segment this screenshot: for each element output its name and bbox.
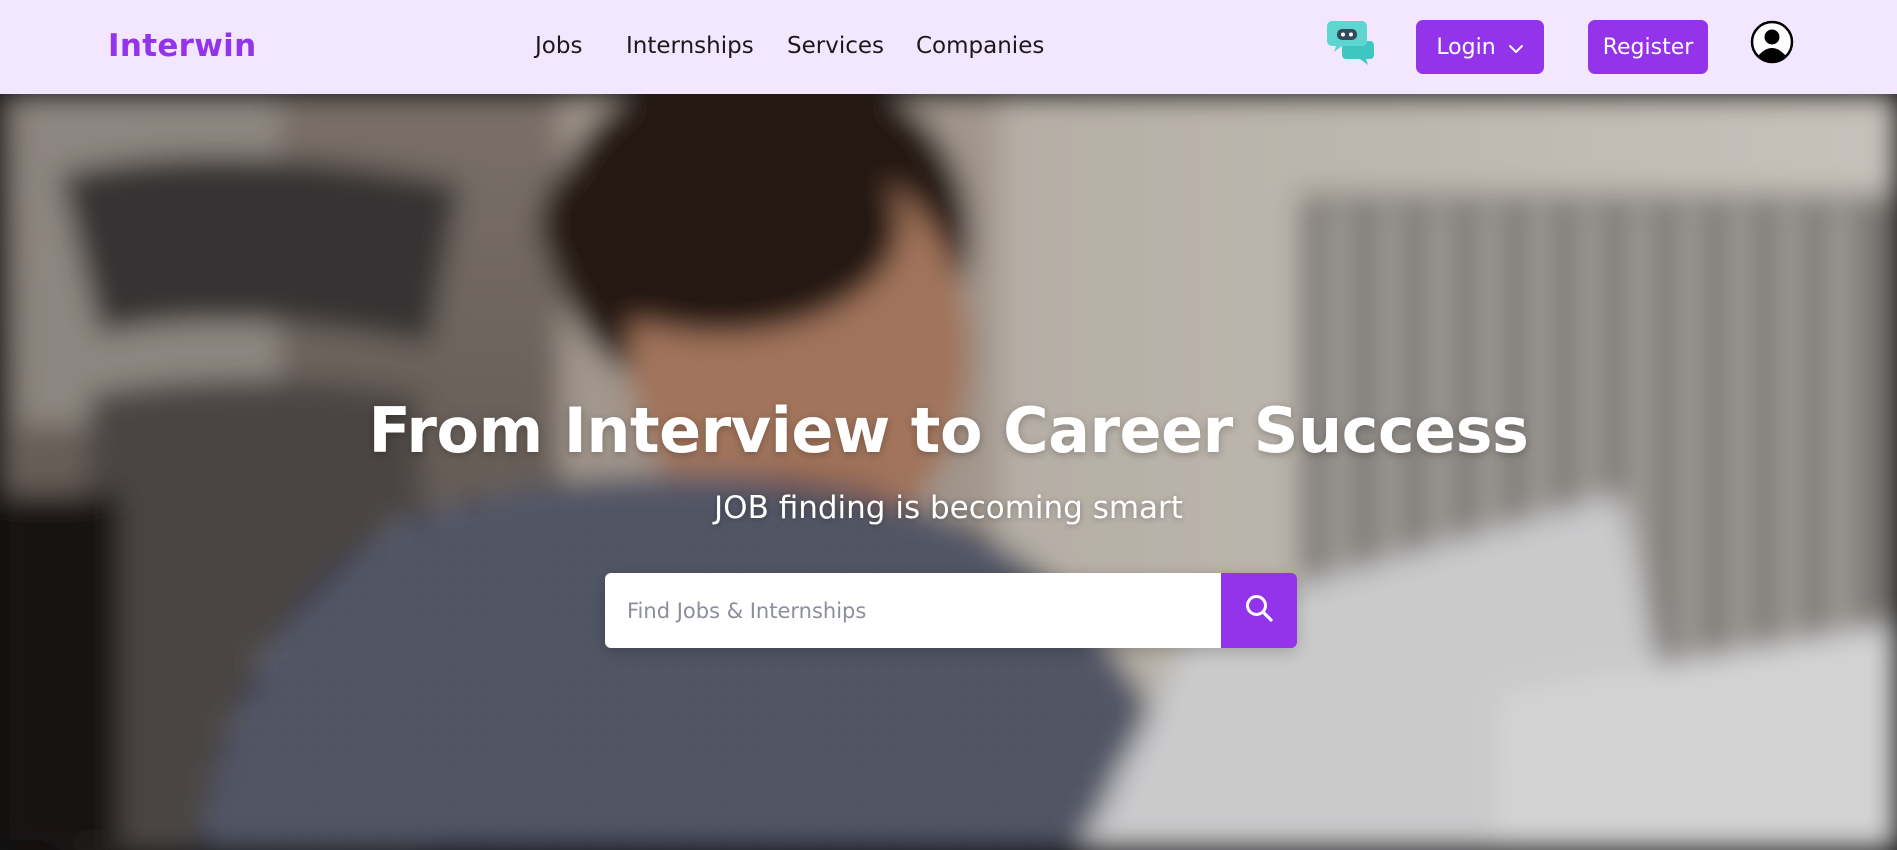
nav-link-internships[interactable]: Internships (626, 33, 754, 59)
search-button[interactable] (1221, 573, 1297, 648)
chevron-down-icon (1508, 35, 1524, 60)
hero-overlay (0, 94, 1897, 850)
nav-link-companies[interactable]: Companies (916, 33, 1044, 59)
navbar: Interwin Jobs Internships Services Compa… (0, 0, 1897, 94)
login-button[interactable]: Login (1416, 20, 1544, 74)
hero-subtitle: JOB finding is becoming smart (714, 490, 1183, 526)
search-icon (1244, 593, 1274, 628)
brand-logo[interactable]: Interwin (108, 28, 256, 64)
user-avatar-icon[interactable] (1750, 20, 1794, 64)
register-button[interactable]: Register (1588, 20, 1708, 74)
hero-title: From Interview to Career Success (368, 394, 1529, 467)
nav-link-services[interactable]: Services (787, 33, 884, 59)
search-input[interactable] (605, 573, 1221, 648)
nav-link-jobs[interactable]: Jobs (535, 33, 582, 59)
chatbot-icon[interactable] (1326, 19, 1374, 65)
search-bar (605, 573, 1297, 648)
login-label: Login (1436, 34, 1496, 60)
hero-section: From Interview to Career Success JOB fin… (0, 94, 1897, 850)
